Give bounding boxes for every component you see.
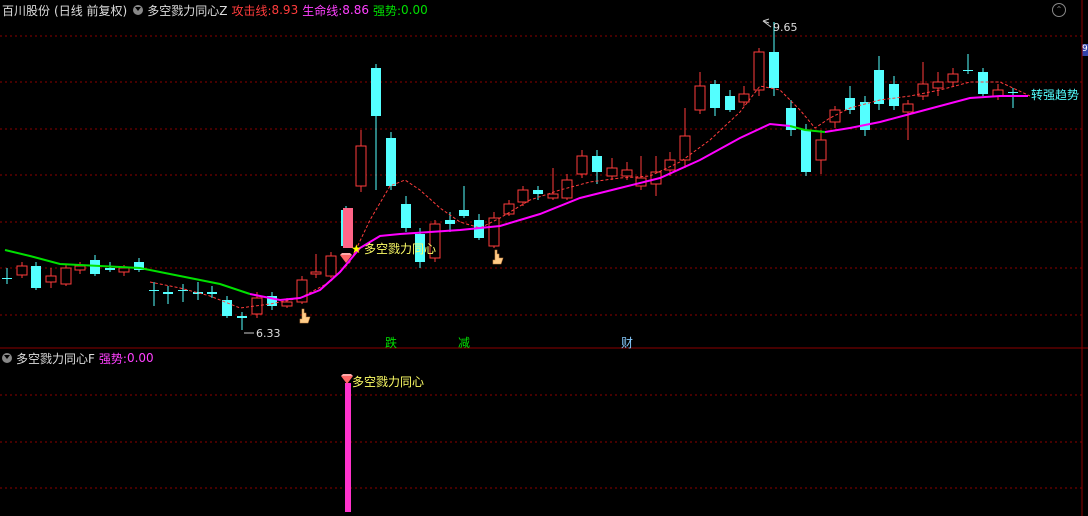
candle-body <box>606 167 618 177</box>
candle-body <box>679 135 691 161</box>
candle-body <box>963 70 973 71</box>
candle-body <box>533 190 543 194</box>
star-icon: ★ <box>351 242 362 256</box>
candle-body <box>163 292 173 294</box>
high-marker-icon <box>762 18 770 24</box>
candle-body <box>710 84 720 108</box>
hand-pointer-icon <box>299 308 311 324</box>
annotations: 9.65 6.33 转强趋势 ★ 多空戮力同心 跌 减 财 <box>244 18 1079 350</box>
candle-body <box>932 81 944 89</box>
candle-body <box>517 189 529 203</box>
candle-body <box>74 265 86 271</box>
sub-signal-label: 多空戮力同心 <box>352 374 424 389</box>
candle-body <box>60 267 72 285</box>
candle-body <box>105 268 115 270</box>
candle-body <box>694 85 706 111</box>
candle-body <box>829 109 841 123</box>
candle-body <box>281 301 293 307</box>
candle-body <box>621 169 633 177</box>
candle-body <box>2 278 12 279</box>
candle-body <box>16 265 28 276</box>
candle-body <box>815 139 827 161</box>
candle-body <box>237 316 247 318</box>
candle-body <box>371 68 381 116</box>
candle-body <box>801 130 811 172</box>
candle-body <box>978 72 988 94</box>
candle-body <box>90 260 100 274</box>
candle-body <box>310 271 322 275</box>
high-price-label: 9.65 <box>773 21 798 34</box>
life-line-strong <box>824 95 1028 133</box>
hand-pointer-icon <box>492 249 504 265</box>
marker-drop: 跌 <box>385 335 397 350</box>
candle-body <box>738 93 750 103</box>
marker-reduce: 减 <box>458 336 470 350</box>
candle-body <box>401 204 411 228</box>
candle-body <box>725 96 735 110</box>
marker-wealth: 财 <box>621 336 633 350</box>
candle-body <box>769 52 779 88</box>
candle-body <box>222 300 232 316</box>
candle-body <box>31 266 41 288</box>
candle-body <box>459 210 469 216</box>
candle-body <box>118 267 130 273</box>
candle-body <box>753 51 765 91</box>
candle-body <box>576 155 588 175</box>
candlesticks <box>2 22 1018 330</box>
candle-body <box>325 255 337 277</box>
candle-body <box>902 103 914 113</box>
candle-body <box>947 73 959 83</box>
candle-body <box>445 220 455 224</box>
candle-body <box>547 193 559 199</box>
chart-canvas[interactable]: 9.65 6.33 转强趋势 ★ 多空戮力同心 跌 减 财 多空戮力同心 <box>0 0 1088 516</box>
grid <box>0 35 1082 489</box>
candle-body <box>889 84 899 106</box>
candle-body <box>355 145 367 187</box>
candle-body <box>207 292 217 294</box>
signal-label: 多空戮力同心 <box>364 241 436 256</box>
candle-body <box>592 156 602 172</box>
trend-label: 转强趋势 <box>1031 87 1079 102</box>
candle-body <box>386 138 396 186</box>
candle-body <box>874 70 884 104</box>
sub-signal-bar <box>345 383 351 512</box>
candle-body <box>1008 92 1018 93</box>
candle-body <box>149 290 159 291</box>
candle-body <box>45 275 57 283</box>
low-price-label: 6.33 <box>256 327 281 340</box>
